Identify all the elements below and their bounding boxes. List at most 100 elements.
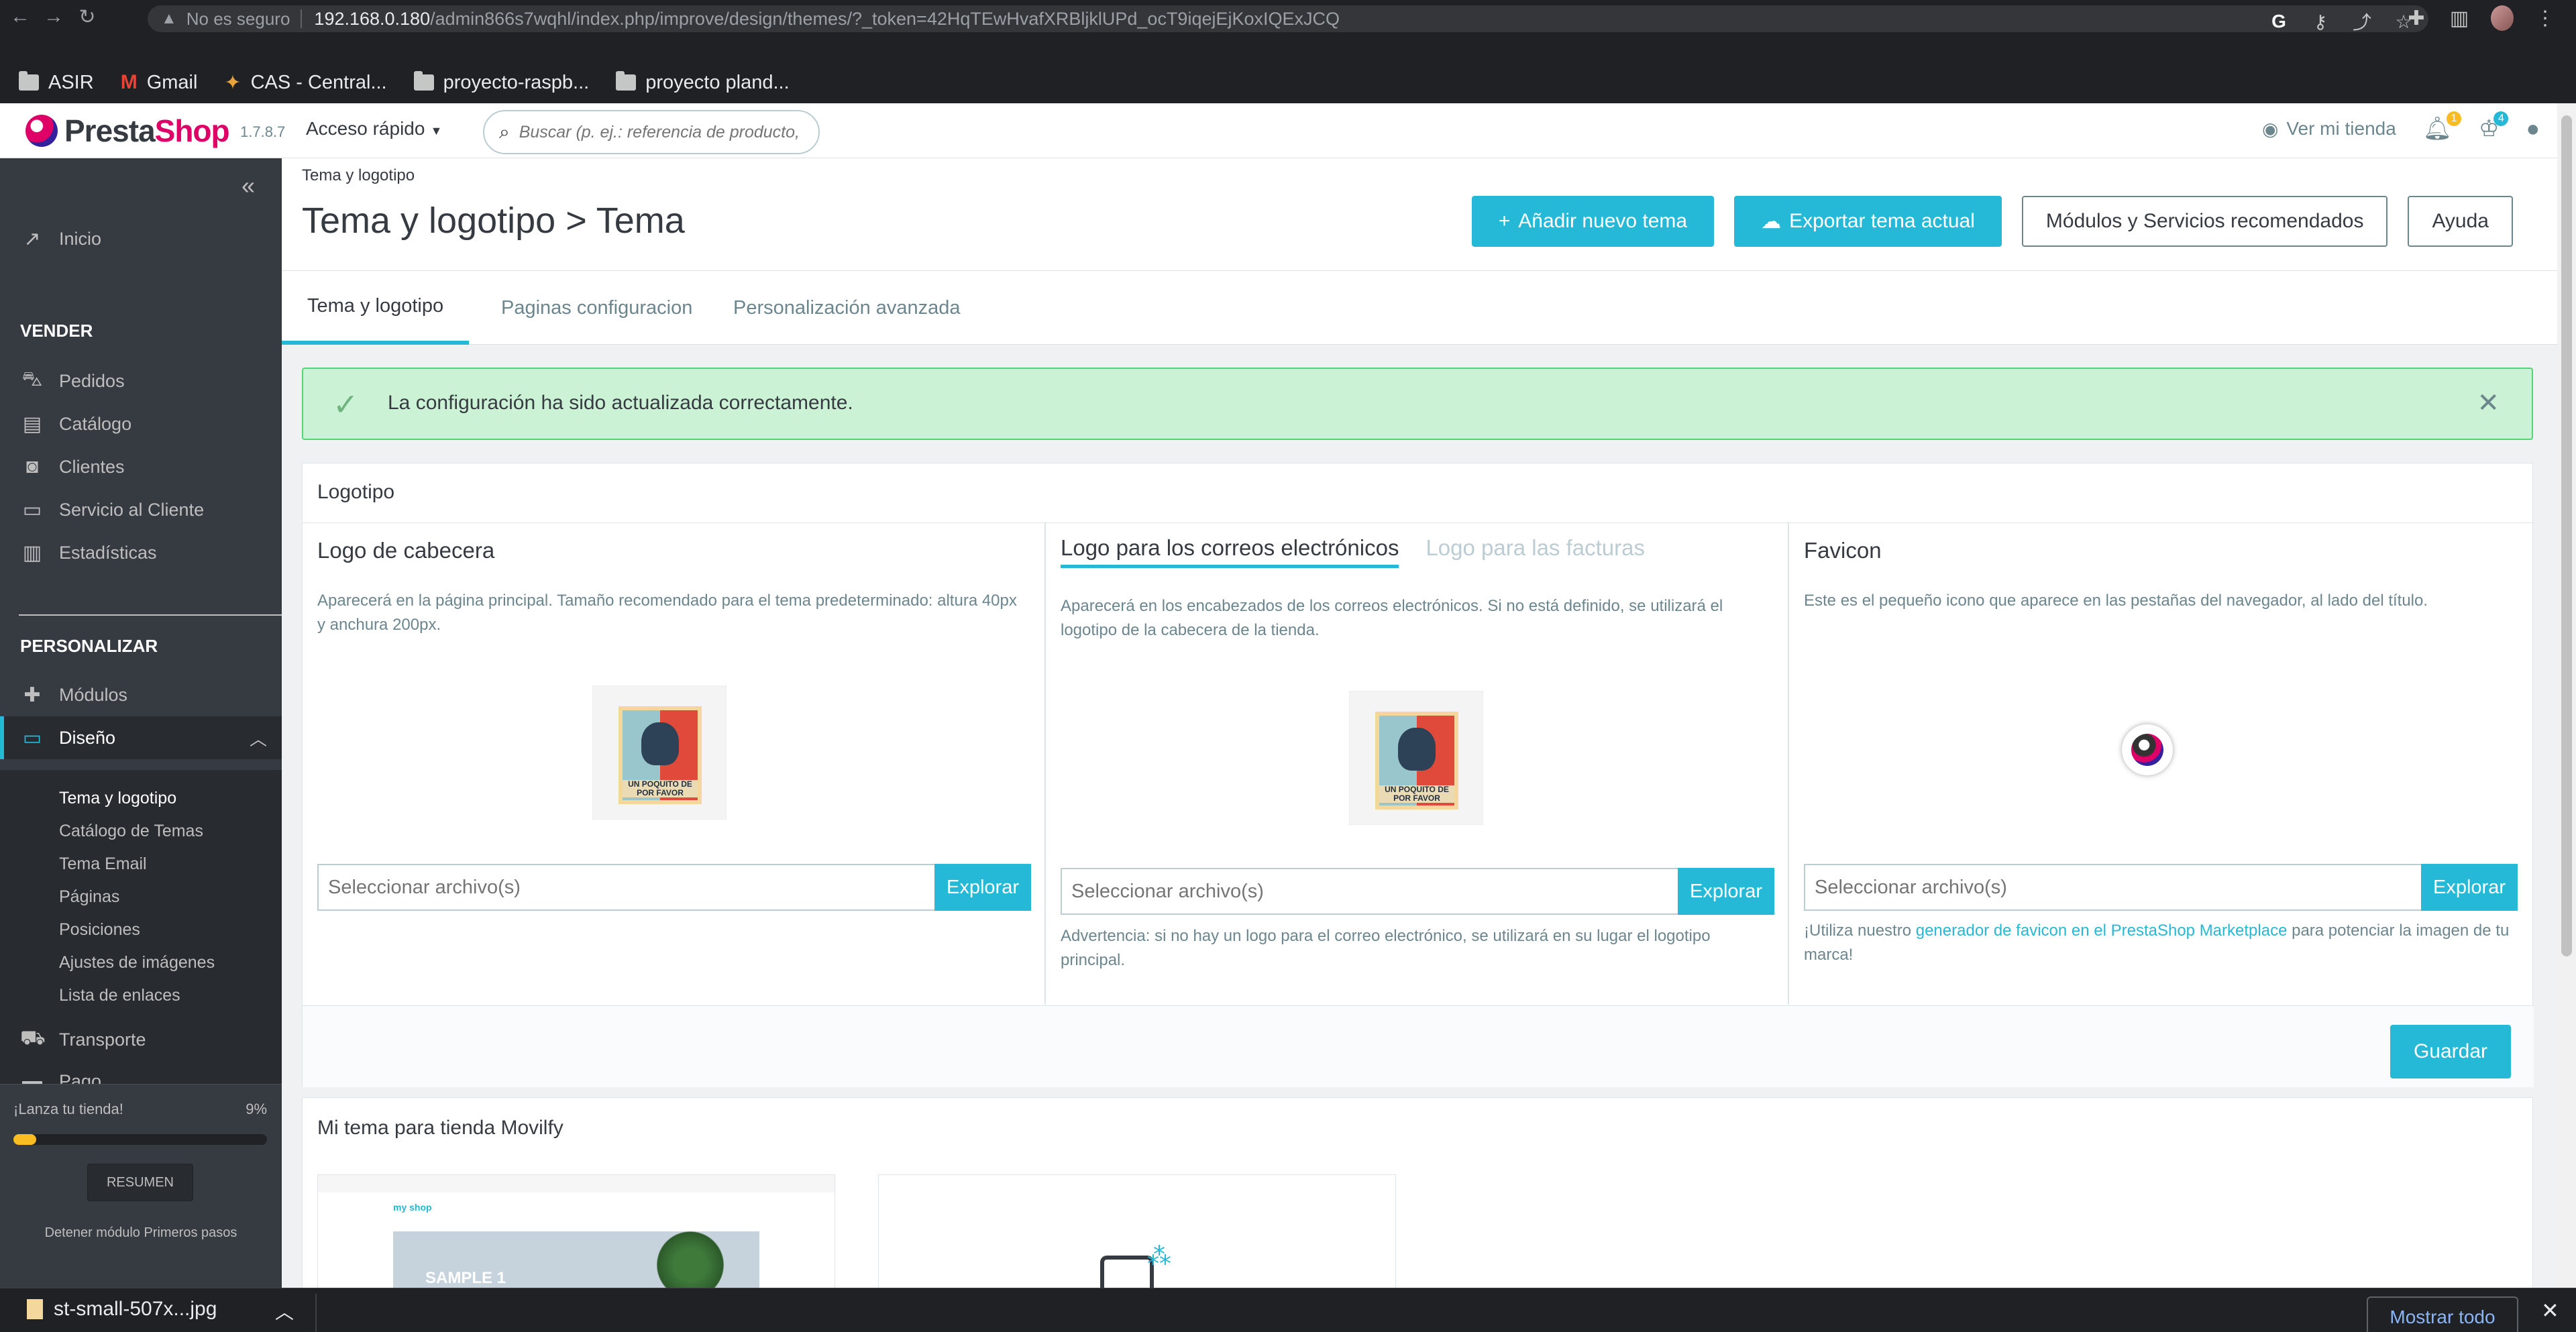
- google-icon[interactable]: G: [2267, 11, 2290, 32]
- notifications-bell-icon[interactable]: 🔔︎ 1: [2423, 111, 2461, 142]
- header-logo-preview: UN POQUITO DE POR FAVOR: [592, 685, 727, 820]
- thumb-plant: [653, 1225, 727, 1288]
- reload-icon[interactable]: ↻: [74, 3, 101, 30]
- favicon-footer-pre: ¡Utiliza nuestro: [1804, 922, 1916, 940]
- chat-icon: ▭: [22, 498, 42, 521]
- tab-email-logo[interactable]: Logo para los correos electrónicos: [1061, 535, 1399, 568]
- onboarding-stop-link[interactable]: Detener módulo Primeros pasos: [0, 1225, 282, 1241]
- view-store-link[interactable]: ◉ Ver mi tienda: [2262, 118, 2396, 140]
- collapse-sidebar-icon[interactable]: «: [241, 172, 255, 200]
- prestashop-logo[interactable]: PrestaShop: [25, 113, 230, 149]
- trophy-icon[interactable]: ♔ 4: [2479, 111, 2509, 142]
- quick-access-dropdown[interactable]: Acceso rápido ▼: [306, 118, 442, 140]
- tab-paginas-configuracion[interactable]: Paginas configuracion: [476, 271, 718, 345]
- add-theme-thumbnail[interactable]: ⁂: [878, 1174, 1396, 1288]
- favicon-generator-link[interactable]: generador de favicon en el PrestaShop Ma…: [1916, 922, 2288, 940]
- close-icon[interactable]: ✕: [2477, 388, 2500, 419]
- theme-preview-thumbnail[interactable]: my shop SAMPLE 1: [317, 1174, 835, 1288]
- sidebar-item-servicio-cliente[interactable]: ▭ Servicio al Cliente: [0, 488, 282, 531]
- notification-badge: 4: [2493, 111, 2509, 126]
- version-label: 1.7.8.7: [240, 123, 286, 140]
- sidebar-item-clientes[interactable]: ◙ Clientes: [0, 445, 282, 488]
- sidepanel-icon[interactable]: ▥: [2448, 7, 2471, 30]
- show-all-downloads-button[interactable]: Mostrar todo: [2367, 1296, 2518, 1332]
- download-item[interactable]: st-small-507x...jpg: [27, 1298, 217, 1321]
- sidebar-item-diseno[interactable]: ▭ Diseño ︿: [0, 716, 282, 759]
- onboarding-panel: ¡Lanza tu tienda! 9% RESUMEN Detener mód…: [0, 1084, 282, 1288]
- sidebar-item-estadisticas[interactable]: ▥ Estadísticas: [0, 531, 282, 574]
- sidebar-item-modulos[interactable]: ✚ Módulos: [0, 673, 282, 716]
- tab-tema-logotipo[interactable]: Tema y logotipo: [282, 271, 470, 345]
- submenu-item-tema-logotipo[interactable]: Tema y logotipo: [59, 789, 176, 808]
- sidebar-item-catalogo[interactable]: ▤ Catálogo: [0, 402, 282, 445]
- bookmark-cas[interactable]: ✦ CAS - Central...: [224, 71, 386, 95]
- account-icon[interactable]: ●: [2526, 116, 2540, 142]
- share-icon[interactable]: ⤴: [2351, 8, 2373, 35]
- card-title: Logotipo: [317, 481, 395, 503]
- recommended-modules-button[interactable]: Módulos y Servicios recomendados: [2021, 196, 2388, 247]
- search-box[interactable]: ⌕: [483, 110, 820, 154]
- export-theme-button[interactable]: ☁ Exportar tema actual: [1734, 196, 2002, 247]
- header-logo-browse-button[interactable]: Explorar: [934, 864, 1031, 911]
- key-icon[interactable]: ⚷: [2309, 11, 2332, 33]
- tab-personalizacion-avanzada[interactable]: Personalización avanzada: [708, 271, 986, 345]
- sidebar-item-label: Estadísticas: [59, 542, 157, 563]
- sidebar-item-label: Inicio: [59, 228, 102, 249]
- check-icon: ✓: [333, 387, 359, 422]
- onboarding-summary-button[interactable]: RESUMEN: [87, 1164, 193, 1201]
- sidebar-item-transporte[interactable]: ⛟ Transporte: [0, 1018, 282, 1061]
- extensions-icon[interactable]: ✚: [2405, 7, 2428, 30]
- bookmark-gmail[interactable]: M Gmail: [121, 71, 198, 94]
- save-button[interactable]: Guardar: [2390, 1025, 2511, 1078]
- submenu-item-posiciones[interactable]: Posiciones: [59, 920, 140, 940]
- email-logo-browse-button[interactable]: Explorar: [1678, 868, 1774, 915]
- browser-toolbar: ← → ↻ ▲ No es seguro 192.168.0.180 /admi…: [0, 0, 2576, 62]
- close-icon[interactable]: ✕: [2541, 1298, 2559, 1323]
- download-bar: st-small-507x...jpg ︿ Mostrar todo ✕: [0, 1288, 2576, 1332]
- quick-access-label: Acceso rápido: [306, 118, 425, 139]
- add-theme-button[interactable]: + Añadir nuevo tema: [1471, 196, 1715, 247]
- header-logo-file-field[interactable]: [317, 864, 934, 911]
- email-logo-preview: UN POQUITO DE POR FAVOR: [1349, 691, 1483, 825]
- page-scrollbar[interactable]: [2557, 103, 2576, 1288]
- submenu-item-catalogo-temas[interactable]: Catálogo de Temas: [59, 822, 203, 841]
- plus-icon: +: [1498, 210, 1511, 232]
- puffin-favicon-icon: [2131, 734, 2163, 766]
- scrollbar-thumb[interactable]: [2561, 115, 2572, 956]
- submenu-item-lista-enlaces[interactable]: Lista de enlaces: [59, 986, 180, 1005]
- trending-icon: ↗: [23, 227, 41, 250]
- desktop-icon: ▭: [22, 726, 42, 749]
- sidebar-item-inicio[interactable]: ↗ Inicio: [0, 217, 282, 260]
- chevron-up-icon[interactable]: ︿: [275, 1298, 294, 1325]
- bookmark-proyecto-raspb[interactable]: proyecto-raspb...: [413, 71, 589, 94]
- address-bar[interactable]: ▲ No es seguro 192.168.0.180 /admin866s7…: [148, 5, 2428, 35]
- warning-icon: ▲: [161, 9, 177, 27]
- profile-avatar[interactable]: [2491, 5, 2514, 31]
- thumb-logo: my shop: [393, 1202, 432, 1213]
- breadcrumb[interactable]: Tema y logotipo: [302, 166, 415, 185]
- favicon-browse-button[interactable]: Explorar: [2421, 864, 2518, 911]
- help-button[interactable]: Ayuda: [2408, 196, 2513, 247]
- submenu-item-tema-email[interactable]: Tema Email: [59, 854, 147, 874]
- forward-icon[interactable]: →: [40, 3, 67, 30]
- theme-card: Mi tema para tienda Movilfy my shop SAMP…: [302, 1097, 2533, 1288]
- submenu-item-paginas[interactable]: Páginas: [59, 887, 119, 907]
- header-logo-help: Aparecerá en la página principal. Tamaño…: [317, 592, 1017, 634]
- tab-invoice-logo[interactable]: Logo para las facturas: [1426, 535, 1645, 568]
- add-theme-label: Añadir nuevo tema: [1518, 210, 1688, 232]
- menu-icon[interactable]: ⋮: [2534, 7, 2557, 30]
- bookmark-asir[interactable]: ASIR: [19, 71, 94, 94]
- poster-caption: UN POQUITO DE POR FAVOR: [623, 780, 698, 797]
- search-input[interactable]: [519, 122, 801, 142]
- page-header: Tema y logotipo Tema y logotipo > Tema +…: [282, 158, 2557, 271]
- favicon-column: Favicon Este es el pequeño icono que apa…: [1789, 523, 2534, 1005]
- favicon-file-field[interactable]: [1804, 864, 2421, 911]
- back-icon[interactable]: ←: [7, 3, 34, 30]
- caret-down-icon: ▼: [430, 124, 443, 137]
- sidebar-item-label: Catálogo: [59, 413, 132, 434]
- email-logo-file-field[interactable]: [1061, 868, 1678, 915]
- bookmark-proyecto-pland[interactable]: proyecto pland...: [616, 71, 790, 94]
- submenu-item-ajustes-imagenes[interactable]: Ajustes de imágenes: [59, 953, 215, 973]
- sidebar-item-pedidos[interactable]: ⛍ Pedidos: [0, 359, 282, 402]
- search-icon: ⌕: [499, 121, 510, 142]
